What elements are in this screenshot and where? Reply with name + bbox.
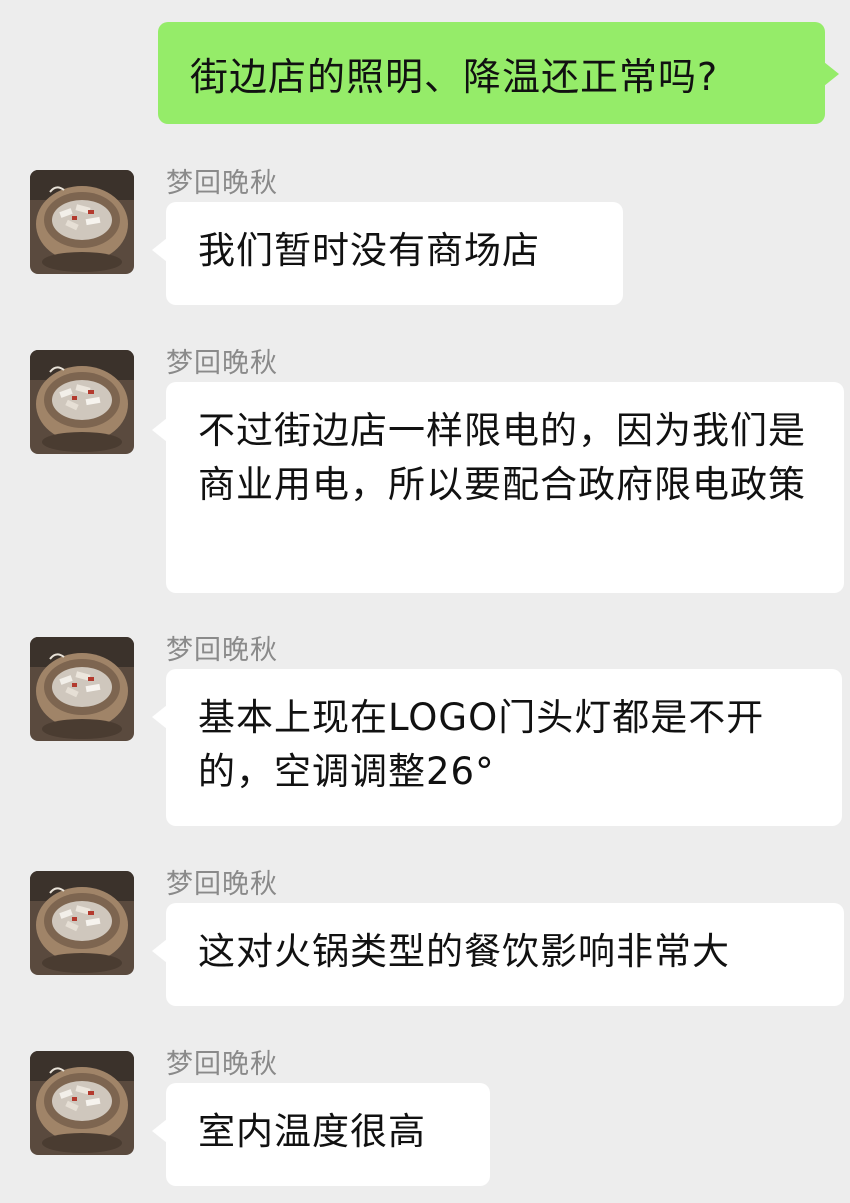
avatar[interactable] — [30, 350, 134, 454]
avatar-photo-icon — [30, 1051, 134, 1155]
avatar[interactable] — [30, 637, 134, 741]
bubble-tail — [152, 1119, 167, 1143]
message-text: 这对火锅类型的餐饮影响非常大 — [198, 930, 730, 973]
bubble-tail — [152, 939, 167, 963]
bubble-tail — [152, 705, 167, 729]
incoming-message-bubble[interactable]: 我们暂时没有商场店 — [152, 202, 623, 305]
sender-name: 梦回晚秋 — [166, 635, 278, 666]
avatar-photo-icon — [30, 170, 134, 274]
outgoing-message-bubble[interactable]: 街边店的照明、降温还正常吗? — [158, 22, 839, 124]
message-text: 室内温度很高 — [198, 1110, 426, 1153]
sender-name: 梦回晚秋 — [166, 1049, 278, 1080]
sender-name: 梦回晚秋 — [166, 348, 278, 379]
bubble-tail — [152, 418, 167, 442]
avatar-photo-icon — [30, 871, 134, 975]
incoming-message-bubble[interactable]: 基本上现在LOGO门头灯都是不开的，空调调整26° — [152, 669, 842, 826]
chat-window: 街边店的照明、降温还正常吗? 梦回晚秋 我们暂时没有商场店 梦回晚秋 不过街边店… — [0, 0, 850, 1203]
avatar-photo-icon — [30, 350, 134, 454]
avatar[interactable] — [30, 170, 134, 274]
message-text: 不过街边店一样限电的，因为我们是商业用电，所以要配合政府限电政策 — [198, 409, 806, 506]
avatar[interactable] — [30, 871, 134, 975]
avatar-photo-icon — [30, 637, 134, 741]
sender-name: 梦回晚秋 — [166, 168, 278, 199]
bubble-tail — [152, 238, 167, 262]
message-text: 基本上现在LOGO门头灯都是不开的，空调调整26° — [198, 696, 765, 793]
message-text: 我们暂时没有商场店 — [198, 229, 540, 272]
sender-name: 梦回晚秋 — [166, 869, 278, 900]
bubble-tail — [824, 62, 839, 86]
incoming-message-bubble[interactable]: 这对火锅类型的餐饮影响非常大 — [152, 903, 844, 1006]
incoming-message-bubble[interactable]: 室内温度很高 — [152, 1083, 490, 1186]
avatar[interactable] — [30, 1051, 134, 1155]
outgoing-message-text: 街边店的照明、降温还正常吗? — [190, 54, 719, 99]
incoming-message-bubble[interactable]: 不过街边店一样限电的，因为我们是商业用电，所以要配合政府限电政策 — [152, 382, 844, 593]
